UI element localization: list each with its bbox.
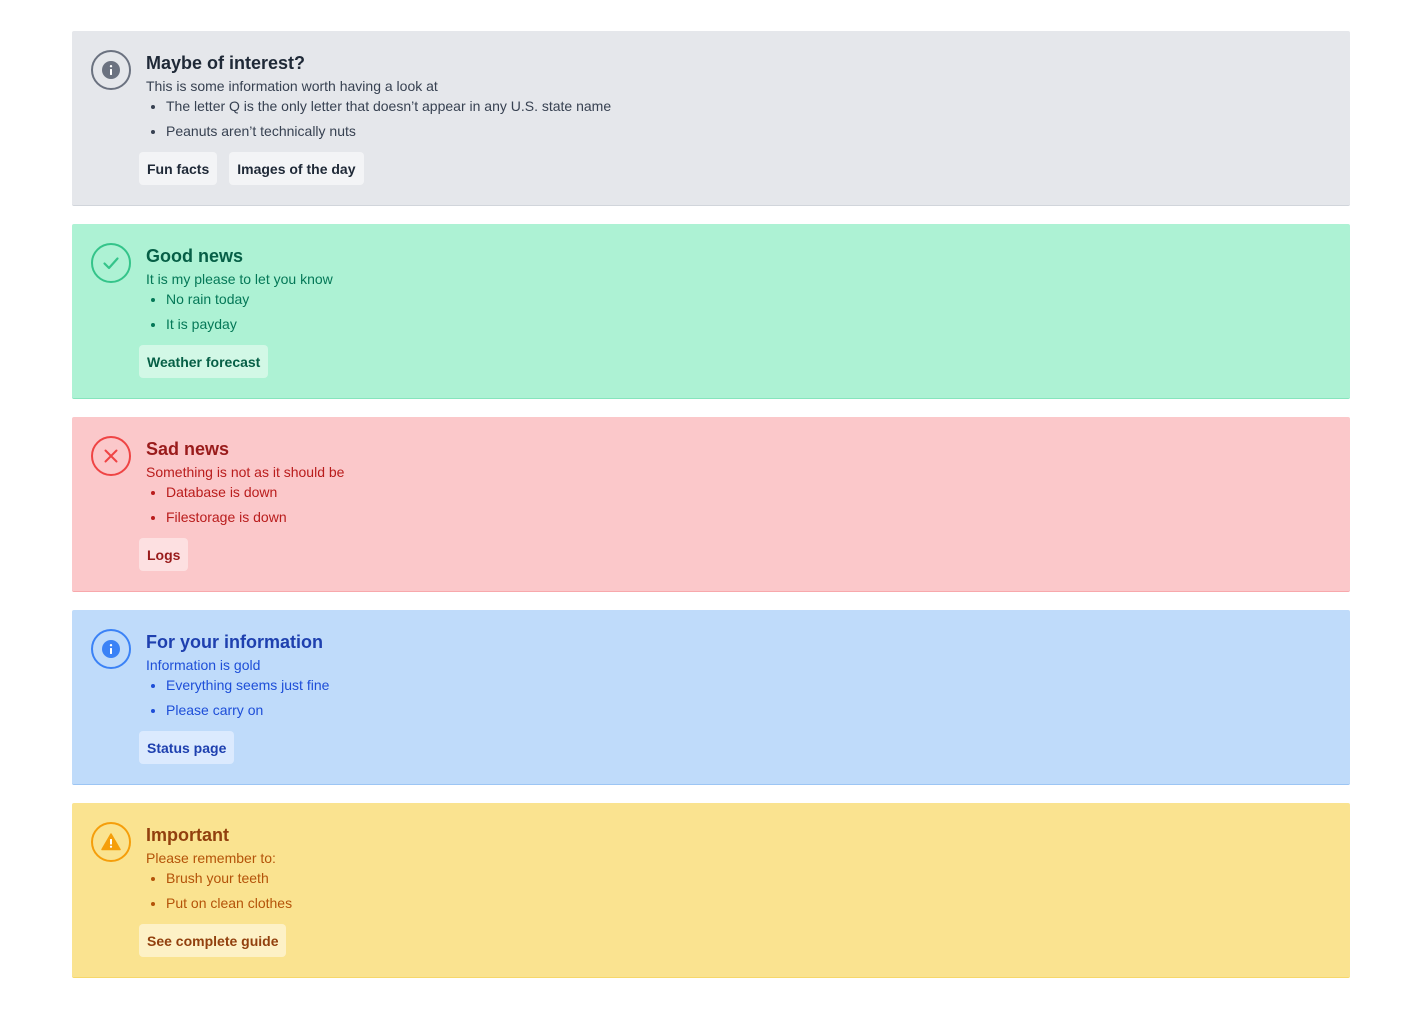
- alert-actions: Logs: [139, 538, 189, 571]
- status-page-button[interactable]: Status page: [139, 731, 235, 764]
- alert-neutral: Maybe of interest? This is some informat…: [72, 31, 1350, 206]
- alert-list-item: Please carry on: [166, 701, 1330, 719]
- warning-triangle-icon: [91, 822, 131, 862]
- alert-actions: Fun facts Images of the day: [139, 152, 364, 185]
- alert-actions: Status page: [139, 731, 235, 764]
- alert-title: Important: [146, 825, 229, 845]
- alert-danger: Sad news Something is not as it should b…: [72, 417, 1350, 592]
- info-circle-icon: [91, 50, 131, 90]
- alert-description: It is my please to let you know: [146, 271, 333, 287]
- alert-info: For your information Information is gold…: [72, 610, 1350, 785]
- alert-list-item: Put on clean clothes: [166, 894, 1330, 912]
- alert-item-list: Database is down Filestorage is down: [146, 483, 1330, 526]
- see-complete-guide-button[interactable]: See complete guide: [139, 924, 287, 957]
- alert-list-item: Everything seems just fine: [166, 676, 1330, 694]
- check-circle-icon: [91, 243, 131, 283]
- alert-list-item: Filestorage is down: [166, 508, 1330, 526]
- alert-item-list: No rain today It is payday: [146, 290, 1330, 333]
- logs-button[interactable]: Logs: [139, 538, 189, 571]
- weather-forecast-button[interactable]: Weather forecast: [139, 345, 269, 378]
- alert-item-list: Brush your teeth Put on clean clothes: [146, 869, 1330, 912]
- alert-title: Good news: [146, 246, 244, 266]
- alert-description: Something is not as it should be: [146, 464, 345, 480]
- alert-list-item: It is payday: [166, 315, 1330, 333]
- x-circle-icon: [91, 436, 131, 476]
- alert-actions: Weather forecast: [139, 345, 269, 378]
- alert-list: Maybe of interest? This is some informat…: [72, 31, 1350, 996]
- alert-list-item: The letter Q is the only letter that doe…: [166, 97, 1330, 115]
- fun-facts-button[interactable]: Fun facts: [139, 152, 218, 185]
- alert-list-item: No rain today: [166, 290, 1330, 308]
- alert-title: Maybe of interest?: [146, 53, 306, 73]
- info-circle-icon: [91, 629, 131, 669]
- alert-description: Please remember to:: [146, 850, 276, 866]
- alert-actions: See complete guide: [139, 924, 287, 957]
- alert-item-list: The letter Q is the only letter that doe…: [146, 97, 1330, 140]
- alert-title: For your information: [146, 632, 323, 652]
- alert-warning: Important Please remember to: Brush your…: [72, 803, 1350, 978]
- alert-description: Information is gold: [146, 657, 261, 673]
- alert-title: Sad news: [146, 439, 230, 459]
- alert-list-item: Peanuts aren’t technically nuts: [166, 122, 1330, 140]
- alert-item-list: Everything seems just fine Please carry …: [146, 676, 1330, 719]
- images-of-the-day-button[interactable]: Images of the day: [229, 152, 364, 185]
- alert-success: Good news It is my please to let you kno…: [72, 224, 1350, 399]
- alert-description: This is some information worth having a …: [146, 78, 438, 94]
- alert-list-item: Database is down: [166, 483, 1330, 501]
- alert-list-item: Brush your teeth: [166, 869, 1330, 887]
